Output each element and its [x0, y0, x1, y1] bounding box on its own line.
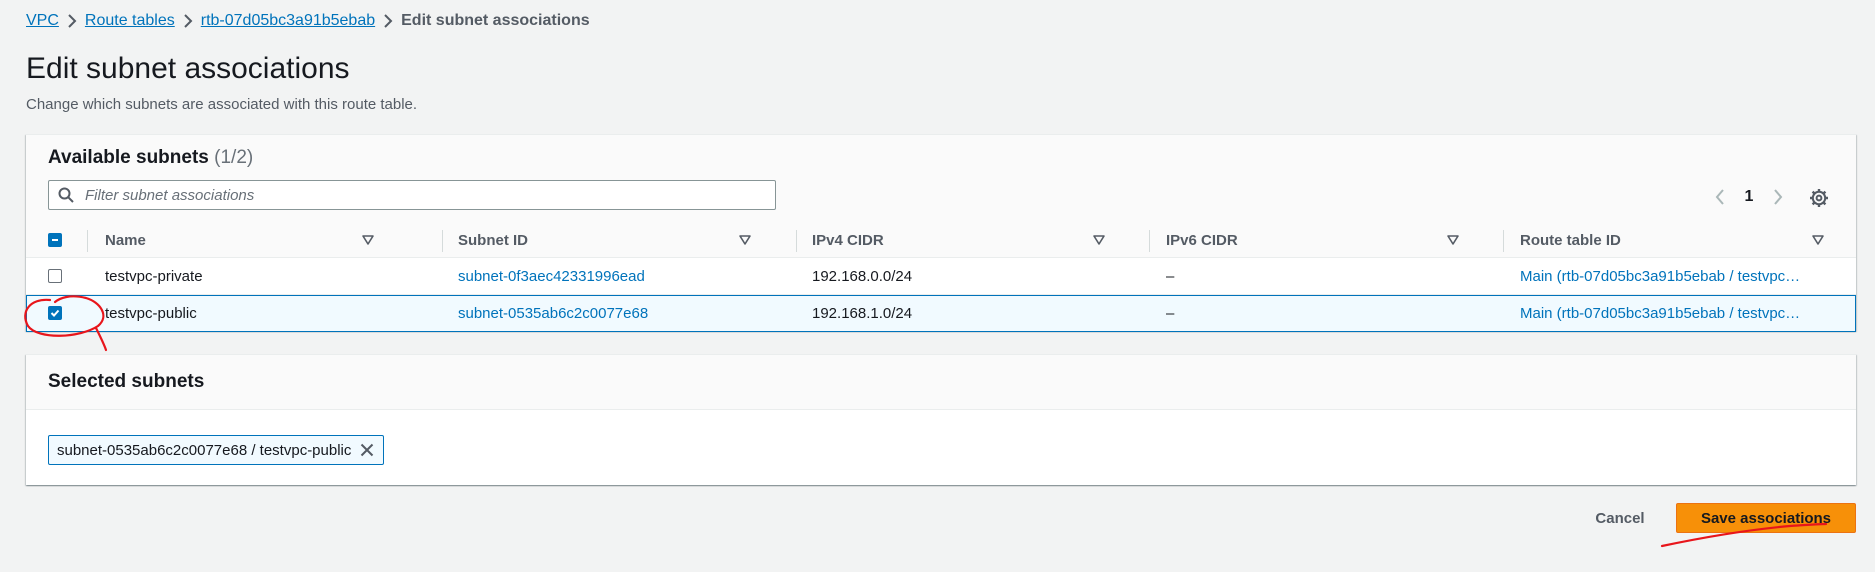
- breadcrumb: VPC Route tables rtb-07d05bc3a91b5ebab E…: [26, 12, 590, 30]
- column-header-name[interactable]: Name: [105, 223, 375, 257]
- column-header-subnet-id[interactable]: Subnet ID: [458, 223, 752, 257]
- column-divider: [87, 230, 88, 252]
- pagination: 1: [1710, 187, 1788, 207]
- cancel-button[interactable]: Cancel: [1580, 504, 1660, 532]
- column-header-label: IPv6 CIDR: [1166, 231, 1238, 249]
- column-divider: [1503, 230, 1504, 252]
- table-row[interactable]: testvpc-private subnet-0f3aec42331996ead…: [26, 258, 1856, 295]
- cell-name: testvpc-public: [105, 304, 197, 322]
- available-subnets-title: Available subnets (1/2): [48, 147, 253, 169]
- available-subnets-panel: Available subnets (1/2) 1: [26, 134, 1856, 332]
- breadcrumb-route-table-id[interactable]: rtb-07d05bc3a91b5ebab: [201, 12, 375, 30]
- cell-subnet-id-link[interactable]: subnet-0f3aec42331996ead: [458, 258, 788, 294]
- column-divider: [442, 230, 443, 252]
- chevron-right-icon: [175, 14, 201, 28]
- close-icon[interactable]: [351, 436, 383, 464]
- search-icon: [49, 187, 83, 203]
- column-divider: [796, 230, 797, 252]
- column-header-label: Subnet ID: [458, 231, 528, 249]
- sort-down-icon[interactable]: [738, 233, 752, 247]
- row-select-cell: [48, 295, 62, 331]
- sort-down-icon[interactable]: [1811, 233, 1825, 247]
- sort-down-icon[interactable]: [1446, 233, 1460, 247]
- minus-icon: [52, 239, 58, 241]
- chevron-right-icon: [59, 14, 85, 28]
- token-label: subnet-0535ab6c2c0077e68 / testvpc-publi…: [57, 441, 352, 459]
- breadcrumb-route-tables[interactable]: Route tables: [85, 12, 175, 30]
- page-title: Edit subnet associations: [26, 52, 350, 85]
- gear-icon[interactable]: [1808, 187, 1830, 209]
- column-header-route-table-id[interactable]: Route table ID: [1520, 223, 1825, 257]
- subnets-table: Name Subnet ID IPv4 CIDR IPv6 CIDR Route…: [26, 223, 1856, 332]
- save-associations-button[interactable]: Save associations: [1676, 503, 1856, 533]
- column-header-label: Route table ID: [1520, 231, 1621, 249]
- page-number[interactable]: 1: [1742, 188, 1756, 206]
- cell-ipv6-cidr: –: [1166, 304, 1175, 322]
- column-divider: [1149, 230, 1150, 252]
- filter-subnet-associations[interactable]: [48, 180, 776, 210]
- selected-subnet-token: subnet-0535ab6c2c0077e68 / testvpc-publi…: [48, 435, 385, 465]
- cell-ipv4-cidr: 192.168.1.0/24: [812, 304, 913, 322]
- cell-name: testvpc-private: [105, 267, 203, 285]
- available-subnets-title-text: Available subnets: [48, 147, 209, 168]
- row-select-cell: [48, 258, 62, 294]
- cell-route-table-link[interactable]: Main (rtb-07d05bc3a91b5ebab / testvpc…: [1520, 295, 1840, 331]
- available-subnets-count: (1/2): [214, 147, 254, 168]
- breadcrumb-vpc[interactable]: VPC: [26, 12, 59, 30]
- page-description: Change which subnets are associated with…: [26, 96, 418, 113]
- select-all-checkbox[interactable]: [48, 233, 62, 247]
- cell-route-table-link[interactable]: Main (rtb-07d05bc3a91b5ebab / testvpc…: [1520, 258, 1840, 294]
- row-checkbox[interactable]: [48, 269, 62, 283]
- table-header: Name Subnet ID IPv4 CIDR IPv6 CIDR Route…: [26, 223, 1856, 258]
- selected-subnets-title: Selected subnets: [48, 371, 205, 392]
- chevron-right-icon: [375, 14, 401, 28]
- page: VPC Route tables rtb-07d05bc3a91b5ebab E…: [0, 0, 1875, 572]
- cell-ipv4-cidr: 192.168.0.0/24: [812, 267, 913, 285]
- column-header-label: Name: [105, 231, 146, 249]
- table-row[interactable]: testvpc-public subnet-0535ab6c2c0077e68 …: [26, 295, 1856, 332]
- column-header-ipv6-cidr[interactable]: IPv6 CIDR: [1166, 223, 1460, 257]
- available-subnets-header: Available subnets (1/2) 1: [26, 135, 1856, 224]
- chevron-right-icon[interactable]: [1768, 187, 1788, 207]
- column-header-ipv4-cidr[interactable]: IPv4 CIDR: [812, 223, 1106, 257]
- cell-subnet-id-link[interactable]: subnet-0535ab6c2c0077e68: [458, 295, 788, 331]
- column-header-label: IPv4 CIDR: [812, 231, 884, 249]
- select-all-cell: [48, 223, 62, 257]
- sort-down-icon[interactable]: [1092, 233, 1106, 247]
- cell-ipv6-cidr: –: [1166, 267, 1175, 285]
- chevron-left-icon[interactable]: [1710, 187, 1730, 207]
- row-checkbox[interactable]: [48, 306, 62, 320]
- filter-input[interactable]: [83, 181, 775, 209]
- check-icon: [50, 309, 60, 317]
- sort-down-icon[interactable]: [361, 233, 375, 247]
- selected-subnets-panel: Selected subnets subnet-0535ab6c2c0077e6…: [26, 354, 1856, 485]
- selected-subnets-header: Selected subnets: [26, 355, 1856, 410]
- breadcrumb-current: Edit subnet associations: [401, 12, 590, 29]
